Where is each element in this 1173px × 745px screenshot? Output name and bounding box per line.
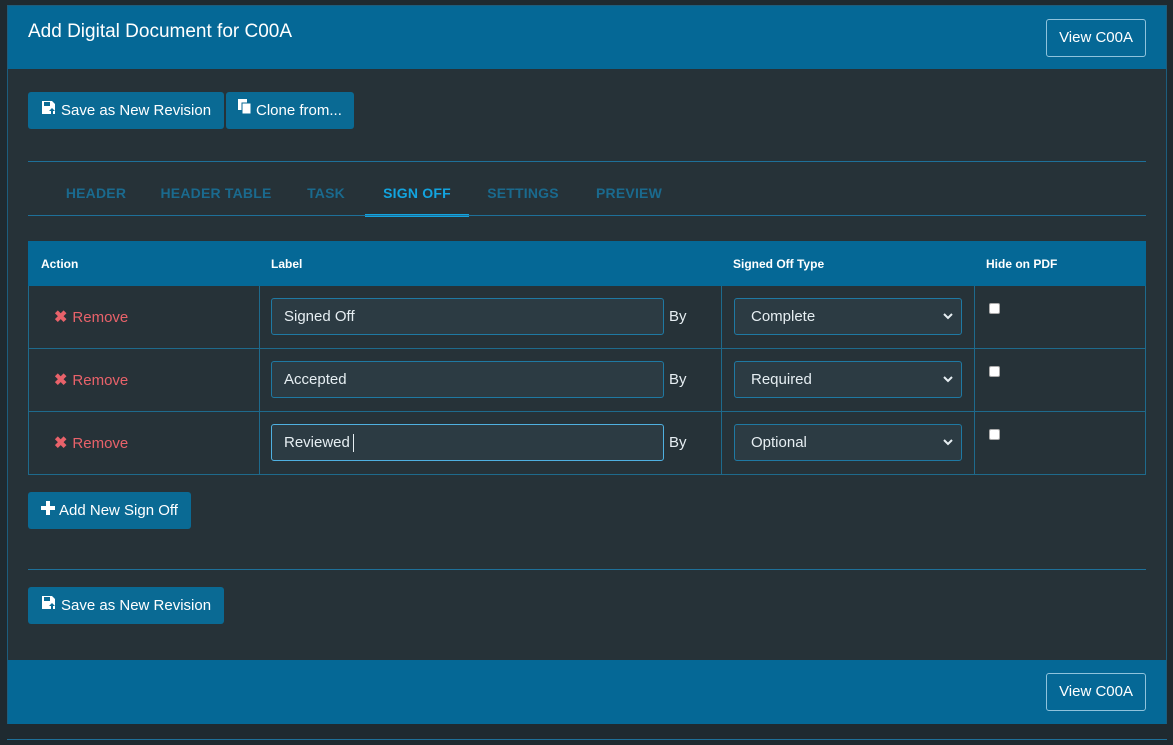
signed-off-type-select[interactable]: Required [734, 361, 962, 398]
select-value: Optional [751, 434, 807, 451]
remove-label: Remove [72, 309, 129, 326]
save-upload-icon [41, 92, 57, 129]
clone-from-label: Clone from... [256, 102, 342, 119]
page-bottom-divider [7, 739, 1167, 740]
text-caret [352, 434, 354, 453]
column-header-type: Signed Off Type [733, 257, 825, 271]
cell-divider [721, 286, 722, 349]
signed-off-type-select[interactable]: Complete [734, 298, 962, 335]
tab-underline [28, 215, 1146, 216]
by-label: By [669, 308, 687, 325]
save-upload-icon [41, 587, 57, 624]
remove-label: Remove [72, 372, 129, 389]
cell-divider [974, 286, 975, 349]
label-input[interactable]: Signed Off [271, 298, 664, 335]
cell-divider [259, 349, 260, 412]
table-row: ✖ Remove Reviewed By Optional [28, 412, 1146, 475]
times-icon: ✖ [54, 435, 68, 452]
chevron-down-icon [943, 425, 953, 460]
bottom-save-revision-button[interactable]: Save as New Revision [28, 587, 225, 624]
panel-footer: View C00A [8, 660, 1166, 724]
cell-divider [974, 349, 975, 412]
footer-view-document-button[interactable]: View C00A [1046, 673, 1146, 711]
add-sign-off-label: Add New Sign Off [59, 502, 178, 519]
column-header-hide-pdf: Hide on PDF [986, 257, 1058, 271]
by-label: By [669, 371, 687, 388]
tab-settings[interactable]: SETTINGS [480, 174, 566, 217]
hide-on-pdf-checkbox[interactable] [989, 429, 1000, 440]
hide-on-pdf-checkbox[interactable] [989, 303, 1000, 314]
label-input[interactable]: Accepted [271, 361, 664, 398]
cell-divider [721, 412, 722, 475]
panel-header: Add Digital Document for C00A View C00A [8, 6, 1166, 69]
table-row: ✖ Remove Signed Off By Complete [28, 286, 1146, 349]
select-value: Complete [751, 308, 816, 325]
divider [28, 161, 1146, 162]
column-header-action: Action [41, 257, 79, 271]
divider [28, 569, 1146, 570]
cell-divider [721, 349, 722, 412]
cell-divider [974, 412, 975, 475]
tab-bar: HEADER HEADER TABLE TASK SIGN OFF SETTIN… [28, 174, 1146, 217]
document-panel: Add Digital Document for C00A View C00A … [7, 5, 1167, 724]
add-sign-off-button[interactable]: Add New Sign Off [28, 492, 191, 529]
remove-button[interactable]: ✖ Remove [54, 307, 128, 327]
remove-button[interactable]: ✖ Remove [54, 433, 128, 453]
hide-on-pdf-checkbox[interactable] [989, 366, 1000, 377]
tab-preview[interactable]: PREVIEW [586, 174, 672, 217]
column-header-label: Label [271, 257, 303, 271]
label-input[interactable]: Reviewed [271, 424, 664, 461]
by-label: By [669, 434, 687, 451]
clone-from-button[interactable]: Clone from... [226, 92, 354, 129]
bottom-save-revision-label: Save as New Revision [61, 597, 212, 614]
save-revision-button[interactable]: Save as New Revision [28, 92, 225, 129]
times-icon: ✖ [54, 372, 68, 389]
times-icon: ✖ [54, 309, 68, 326]
plus-icon [41, 492, 55, 529]
table-header: Action Label Signed Off Type Hide on PDF [28, 241, 1146, 286]
page-title: Add Digital Document for C00A [28, 21, 293, 42]
cell-divider [259, 412, 260, 475]
remove-button[interactable]: ✖ Remove [54, 370, 128, 390]
tab-task[interactable]: TASK [296, 174, 356, 217]
tab-header-table[interactable]: HEADER TABLE [150, 174, 282, 217]
table-row: ✖ Remove Accepted By Required [28, 349, 1146, 412]
save-revision-label: Save as New Revision [61, 102, 212, 119]
signed-off-type-select[interactable]: Optional [734, 424, 962, 461]
cell-divider [259, 286, 260, 349]
label-input-value: Reviewed [284, 434, 350, 451]
select-value: Required [751, 371, 812, 388]
view-document-button[interactable]: View C00A [1046, 19, 1146, 57]
chevron-down-icon [943, 299, 953, 334]
copy-icon [238, 92, 252, 129]
chevron-down-icon [943, 362, 953, 397]
remove-label: Remove [72, 435, 129, 452]
tab-sign-off[interactable]: SIGN OFF [365, 174, 469, 217]
tab-header[interactable]: HEADER [56, 174, 136, 217]
